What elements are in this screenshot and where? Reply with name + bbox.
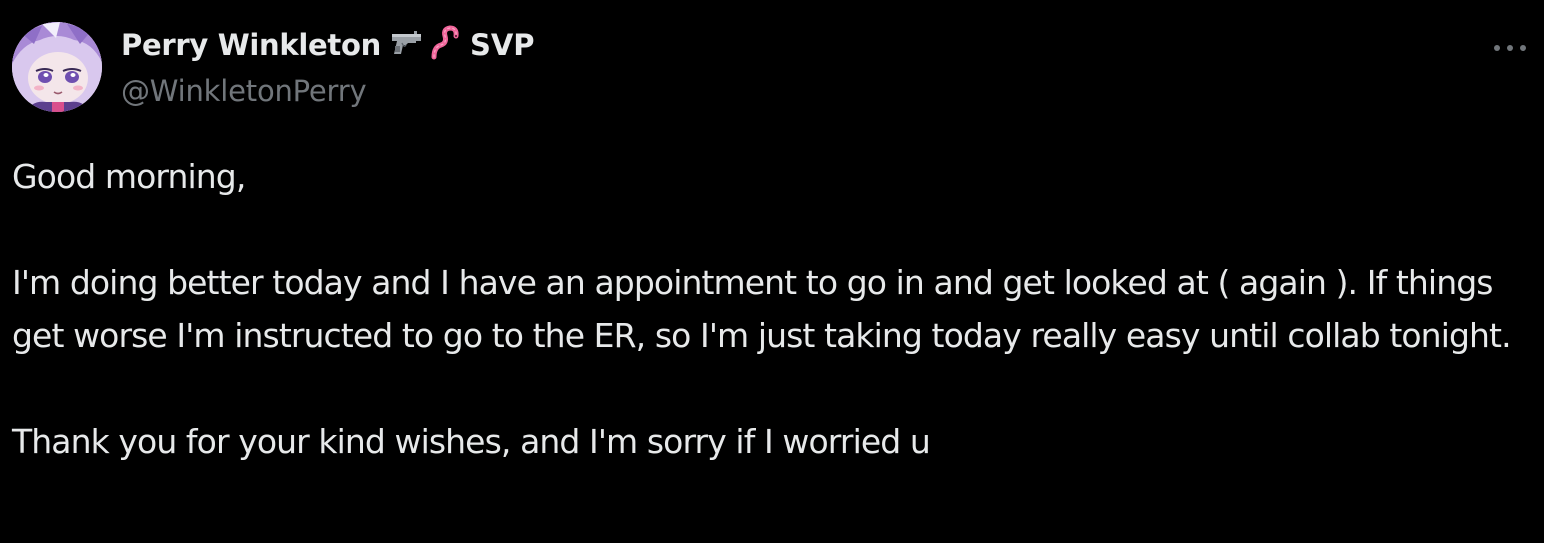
author-name-row: Perry Winkleton SVP: [121, 22, 535, 68]
author-display-name[interactable]: Perry Winkleton: [121, 28, 381, 62]
author-name-suffix: SVP: [469, 28, 535, 62]
pistol-emoji-icon: [390, 30, 424, 60]
worm-emoji-icon: [430, 25, 460, 65]
avatar-anime-girl-icon: [12, 22, 102, 112]
author-handle[interactable]: @WinkletonPerry: [121, 74, 535, 108]
tweet-greeting: Good morning,: [12, 157, 246, 196]
tweet-header: Perry Winkleton SVP @WinkletonPerry: [121, 22, 535, 112]
tweet-paragraph-1: I'm doing better today and I have an app…: [12, 263, 1512, 355]
tweet-body: Good morning, I'm doing better today and…: [12, 150, 1537, 468]
more-icon: [1494, 45, 1526, 51]
tweet-paragraph-2: Thank you for your kind wishes, and I'm …: [12, 422, 931, 461]
tweet: Perry Winkleton SVP @WinkletonPerry Good…: [0, 0, 1544, 543]
more-options-button[interactable]: [1486, 30, 1534, 66]
avatar[interactable]: [12, 22, 102, 112]
